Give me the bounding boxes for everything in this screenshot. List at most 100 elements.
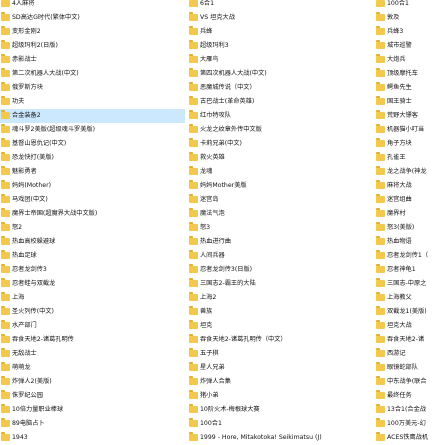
folder-item[interactable]: 迷宫岛 (188, 193, 368, 207)
folder-item[interactable]: 功夫 (0, 95, 185, 109)
folder-item[interactable]: 赤影战士 (0, 53, 185, 67)
folder-item[interactable]: 俄罗斯方块 (0, 81, 185, 95)
folder-item[interactable]: 坦克 (188, 319, 368, 333)
folder-item[interactable]: SD高达G时代(繁体中文) (0, 11, 185, 25)
folder-item[interactable]: 怒3 (188, 221, 368, 235)
folder-item[interactable]: 基督山恩仇记(中文) (0, 137, 185, 151)
folder-item[interactable]: 变形金刚2 (0, 25, 185, 39)
folder-item[interactable]: 4人麻将 (0, 0, 185, 11)
folder-item[interactable]: 龙之战争(神龙 (375, 165, 435, 179)
folder-item[interactable]: 吞食天地2-诸葛孔明传 (0, 333, 185, 347)
folder-item[interactable]: 角子方块 (375, 137, 435, 151)
folder-item[interactable]: 救火英雄 (188, 151, 368, 165)
folder-item[interactable]: 无敌战士 (0, 347, 185, 361)
folder-item[interactable]: 红巾特攻队 (188, 109, 368, 123)
folder-item[interactable]: 超级玛利3 (188, 39, 368, 53)
folder-item[interactable]: 古巴战士(革命英雄) (188, 95, 368, 109)
folder-item[interactable]: 西游记 (375, 347, 435, 361)
folder-item[interactable]: 100万美元-幻 (375, 417, 435, 431)
folder-item[interactable]: 敦及 (375, 11, 435, 25)
folder-item[interactable]: VS 坦克大战 (188, 11, 368, 25)
folder-item[interactable]: 中东战争(联合 (375, 375, 435, 389)
folder-item[interactable]: 人间兵器 (188, 249, 368, 263)
folder-item[interactable]: 迷宫组曲 (375, 193, 435, 207)
folder-item[interactable]: 眼镜蛇部队 (375, 361, 435, 375)
folder-item[interactable]: 上海 (0, 291, 185, 305)
folder-item[interactable]: ACES铁鹰战机 (375, 431, 435, 445)
folder-item[interactable]: 怒3(美版) (375, 221, 435, 235)
folder-item[interactable]: 兽族 (188, 305, 368, 319)
folder-item[interactable]: 魔法气泡 (188, 207, 368, 221)
folder-item[interactable]: 怒2 (0, 221, 185, 235)
folder-item[interactable]: 火龙之纹章外传中文版 (188, 123, 368, 137)
folder-item[interactable]: 侏罗纪公园 (0, 389, 185, 403)
folder-item[interactable]: 吞食天地2-诸葛孔明传（中文） (188, 333, 368, 347)
folder-item[interactable]: 第二次机器人大战(中文) (0, 67, 185, 81)
folder-item[interactable]: 马戏团(中文) (0, 193, 185, 207)
folder-item[interactable]: 卡莉兄弟(中文) (188, 137, 368, 151)
folder-item[interactable]: 五子棋 (188, 347, 368, 361)
folder-item[interactable]: 萌萌龙 (0, 361, 185, 375)
folder-item[interactable]: 三国志2-霸王的大陆 (188, 277, 368, 291)
folder-item[interactable]: 热血进行曲 (188, 235, 368, 249)
folder-item[interactable]: 热血物语 (375, 235, 435, 249)
folder-item[interactable]: 吞食天地2-诸 (375, 333, 435, 347)
folder-item[interactable]: 100合1 (188, 417, 368, 431)
folder-icon (376, 250, 385, 259)
folder-item[interactable]: 超级玛利2(日版) (0, 39, 185, 53)
folder-item[interactable]: 合金装备2 (0, 109, 185, 123)
folder-item[interactable]: 妈妈(Mother) (0, 179, 185, 193)
folder-item[interactable]: 忍者龙剑传3 (0, 263, 185, 277)
folder-item[interactable]: 热血高校躲避球 (0, 235, 185, 249)
folder-item[interactable]: 恶魔城传说（中文） (188, 81, 368, 95)
folder-item[interactable]: 忍者龙剑传3(日版) (188, 263, 368, 277)
folder-item[interactable]: 龙魂 (188, 165, 368, 179)
folder-item[interactable]: 上海2 (188, 291, 368, 305)
folder-item[interactable]: 忍者龙剑传1（ (375, 249, 435, 263)
folder-item[interactable]: 6合1 (188, 0, 368, 11)
folder-item[interactable]: 忍者蛙与双截龙 (0, 277, 185, 291)
folder-item[interactable]: 星人兄弟 (188, 361, 368, 375)
folder-item[interactable]: 13合1(合金战 (375, 403, 435, 417)
folder-icon (1, 250, 10, 259)
folder-item[interactable]: 魔界村 (375, 207, 435, 221)
folder-item[interactable]: 兵蜂3 (375, 25, 435, 39)
folder-item[interactable]: 魂斗罗2美版(超级魂斗罗美版) (0, 123, 185, 137)
folder-item[interactable]: 热血足球 (0, 249, 185, 263)
folder-item[interactable]: 1999 - Hore, Mitakotoka! Seikimatsu (J) (188, 431, 368, 445)
folder-item[interactable]: 鳄鱼先生 (375, 81, 435, 95)
folder-item[interactable]: 10阶火术-梅根球大赛 (188, 403, 368, 417)
folder-item[interactable]: 猪小弟 (188, 389, 368, 403)
folder-item[interactable]: 恐龙快打(美版) (0, 151, 185, 165)
folder-item[interactable]: 最终任务 (375, 389, 435, 403)
folder-item[interactable]: 圣火列传(中文) (0, 305, 185, 319)
folder-item[interactable]: 上海教父 (375, 291, 435, 305)
folder-item[interactable]: 第四次机器人大战(中文) (188, 67, 368, 81)
folder-item[interactable]: 大炮兵 (375, 53, 435, 67)
folder-item[interactable]: 炸弹人2(美版) (0, 375, 185, 389)
folder-item[interactable]: 麻将大战 (375, 179, 435, 193)
folder-item[interactable]: 荒野大镖客 (375, 109, 435, 123)
folder-item[interactable]: 妈妈Mother美版 (188, 179, 368, 193)
folder-item[interactable]: 89电脑占卜 (0, 417, 185, 431)
folder-item[interactable]: 坦克大战 (375, 319, 435, 333)
folder-item[interactable]: 大雁鸟 (188, 53, 368, 67)
folder-item[interactable]: 忍者神龟1 (375, 263, 435, 277)
folder-item[interactable]: 兵蜂 (188, 25, 368, 39)
folder-item[interactable]: 水产部门 (0, 319, 185, 333)
folder-item[interactable]: 三国志-中原之 (375, 277, 435, 291)
folder-item[interactable]: 城市巡警 (375, 39, 435, 53)
folder-item[interactable]: 国王骑士 (375, 95, 435, 109)
folder-item[interactable]: 魔界士帝国(超魔界大战中文版) (0, 207, 185, 221)
folder-item[interactable]: 100合1 (375, 0, 435, 11)
folder-item[interactable]: 双截龙1(美版) (375, 305, 435, 319)
folder-item[interactable]: 10倍力量职业棒球 (0, 403, 185, 417)
folder-item[interactable]: 顶级摩托车 (375, 67, 435, 81)
folder-label: 无敌战士 (12, 350, 37, 357)
folder-item[interactable]: 1943 (0, 431, 185, 445)
folder-item[interactable]: 孔雀王 (375, 151, 435, 165)
folder-item[interactable]: 魅影勇者 (0, 165, 185, 179)
folder-item[interactable]: 炸弹人合集 (188, 375, 368, 389)
folder-label: 萌萌龙 (12, 364, 31, 371)
folder-item[interactable]: 机器猫小叮当 (375, 123, 435, 137)
